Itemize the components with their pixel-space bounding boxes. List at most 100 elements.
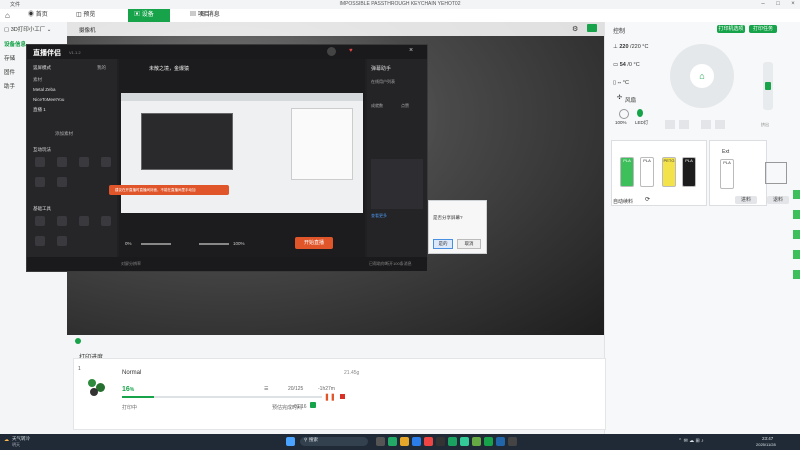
- file-menu[interactable]: 文件: [10, 1, 20, 8]
- text-tool-icon[interactable]: [101, 216, 111, 226]
- home-icon[interactable]: ⌂: [5, 11, 10, 20]
- source-item[interactable]: 直播 1: [33, 107, 46, 113]
- app-icon[interactable]: [472, 437, 481, 446]
- assistant-tab[interactable]: 成就数: [371, 103, 383, 109]
- fans-icon[interactable]: [101, 157, 111, 167]
- side-tool-button[interactable]: [793, 250, 800, 259]
- game-icon[interactable]: [57, 177, 67, 187]
- dialog-message: 是否分享屏幕?: [433, 215, 463, 220]
- source-item[interactable]: Metal Zeba: [33, 87, 56, 92]
- home-axes-icon[interactable]: ⌂: [690, 64, 714, 88]
- vote-icon[interactable]: [57, 157, 67, 167]
- source-item[interactable]: NiceToMeetYou: [33, 97, 64, 102]
- app-icon[interactable]: [484, 437, 493, 446]
- preview-control-panel: [291, 108, 353, 180]
- main-tab-bar: ⌂ ◉ 首页 ◫ 预览 ▣ 设备 ▤ 项目 ⊕ 消息: [0, 9, 800, 23]
- camera-tool-icon[interactable]: [35, 216, 45, 226]
- filament-spool[interactable]: PETG: [662, 157, 676, 187]
- stream-title: 未散之境，金爆猿: [149, 66, 190, 72]
- camera-toggle-icon[interactable]: [587, 24, 597, 32]
- fan-icon[interactable]: ✣: [617, 94, 622, 101]
- music-icon[interactable]: [35, 177, 45, 187]
- weather-icon[interactable]: ☁: [4, 437, 9, 443]
- filament-spool[interactable]: PLA: [620, 157, 634, 187]
- speed-badge-icon[interactable]: [310, 402, 316, 408]
- side-tool-button[interactable]: [793, 270, 800, 279]
- window-tool-icon[interactable]: [57, 216, 67, 226]
- home-tab-icon: ◉: [28, 12, 35, 18]
- clock-date[interactable]: 2025/11/28: [756, 442, 776, 447]
- avatar[interactable]: [327, 47, 336, 56]
- folder-icon[interactable]: [400, 437, 409, 446]
- live-left-column: 竖屏模式 我的 素材 Metal Zeba NiceToMeetYou 直播 1…: [27, 59, 117, 271]
- image-tool-icon[interactable]: [79, 216, 89, 226]
- nozzle-temp-row[interactable]: ⊥ 220 /220 °C: [613, 44, 648, 50]
- dialog-cancel-button[interactable]: 取消: [457, 239, 481, 249]
- assistant-tab[interactable]: 在线用户列表: [371, 79, 395, 85]
- bed-temp-row[interactable]: ▭ 54 /0 °C: [613, 62, 640, 68]
- task-view-icon[interactable]: [376, 437, 385, 446]
- close-button[interactable]: ×: [786, 0, 800, 9]
- app-icon[interactable]: [436, 437, 445, 446]
- app-icon[interactable]: [424, 437, 433, 446]
- extruder-control[interactable]: [763, 62, 773, 110]
- start-menu-icon[interactable]: [286, 437, 295, 446]
- gift-icon[interactable]: ♥: [349, 48, 353, 54]
- see-more-link[interactable]: 查看更多: [371, 213, 387, 219]
- print-task-button[interactable]: 打印任务: [749, 25, 777, 33]
- printer-options-button[interactable]: 打印机选项: [717, 25, 745, 33]
- camera-settings-icon[interactable]: ⚙: [572, 25, 578, 33]
- pk-icon[interactable]: [79, 157, 89, 167]
- volume-slider-left[interactable]: [141, 243, 171, 245]
- live-close-icon[interactable]: ×: [409, 47, 413, 54]
- auto-refill-label: 自动续料: [613, 199, 634, 205]
- clock-time[interactable]: 23:47: [762, 436, 773, 441]
- filament-spool[interactable]: PLA: [640, 157, 654, 187]
- volume-slider-right[interactable]: [199, 243, 229, 245]
- edge-icon[interactable]: [412, 437, 421, 446]
- axis-button[interactable]: [665, 120, 675, 129]
- chamber-temp-row: ▯ -- °C: [613, 80, 629, 86]
- app-icon[interactable]: [460, 437, 469, 446]
- external-spool[interactable]: PLA: [720, 159, 734, 189]
- unload-button[interactable]: 退料: [767, 196, 789, 204]
- tab-mine[interactable]: 我的: [97, 65, 106, 71]
- axis-button[interactable]: [701, 120, 711, 129]
- maximize-button[interactable]: □: [771, 0, 785, 9]
- fan-speed-icon[interactable]: [619, 109, 629, 119]
- axis-button[interactable]: [715, 120, 725, 129]
- side-tool-button[interactable]: [793, 210, 800, 219]
- mode-label[interactable]: 竖屏模式: [33, 65, 51, 71]
- axis-button[interactable]: [679, 120, 689, 129]
- dialog-ok-button[interactable]: 是的: [433, 239, 453, 249]
- refresh-icon[interactable]: ⟳: [645, 196, 650, 203]
- bambu-studio-icon[interactable]: [448, 437, 457, 446]
- led-bulb-icon[interactable]: [637, 109, 643, 117]
- tab-preview[interactable]: ◫ 预览: [70, 9, 126, 22]
- load-button[interactable]: 进料: [735, 196, 757, 204]
- tab-device[interactable]: ▣ 设备: [128, 9, 170, 22]
- jog-dial[interactable]: ⌂: [670, 44, 734, 108]
- lottery-icon[interactable]: [35, 157, 45, 167]
- tab-messages[interactable]: ⊕ 消息: [196, 9, 252, 22]
- tray-icons[interactable]: ⌃ ✉ ☁ ⊞ ♪: [678, 438, 704, 444]
- browser-icon[interactable]: [388, 437, 397, 446]
- app-icon[interactable]: [508, 437, 517, 446]
- banner-text: 建议在开直播时直播间封面，不能在直播间里手动加: [115, 188, 196, 192]
- video-tool-icon[interactable]: [35, 236, 45, 246]
- taskbar-search[interactable]: ⚲ 搜索: [300, 437, 368, 446]
- filament-spool[interactable]: PLA: [682, 157, 696, 187]
- tab-home[interactable]: ◉ 首页: [22, 9, 70, 22]
- start-live-button[interactable]: 开始直播: [295, 237, 333, 249]
- minimize-button[interactable]: –: [756, 0, 770, 9]
- pause-icon[interactable]: ❚❚: [324, 393, 336, 401]
- side-tool-button[interactable]: [793, 230, 800, 239]
- app-icon[interactable]: [496, 437, 505, 446]
- assistant-tab[interactable]: 点赞: [401, 103, 409, 109]
- interact-title: 互动玩法: [33, 147, 51, 152]
- screen-tool-icon[interactable]: [57, 236, 67, 246]
- stop-icon[interactable]: [340, 394, 345, 399]
- add-source-button[interactable]: 添加素材: [55, 131, 73, 137]
- device-selector[interactable]: ▢ 3D打印小工厂 ⌄: [4, 25, 64, 35]
- side-tool-button[interactable]: [793, 190, 800, 199]
